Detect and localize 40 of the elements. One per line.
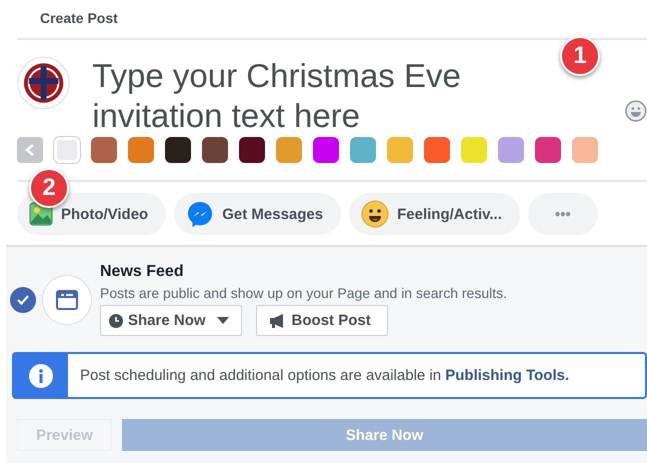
background-swatch[interactable] bbox=[424, 137, 450, 163]
news-feed-title: News Feed bbox=[100, 263, 185, 281]
background-swatch[interactable] bbox=[387, 137, 413, 163]
background-swatch[interactable] bbox=[535, 137, 561, 163]
action-button[interactable]: Get Messages bbox=[174, 193, 342, 235]
church-logo-icon bbox=[17, 56, 70, 110]
chevron-left-icon bbox=[24, 143, 36, 157]
background-swatch[interactable] bbox=[91, 137, 117, 163]
action-button[interactable]: Feeling/Activ... bbox=[349, 193, 520, 235]
back-button[interactable] bbox=[17, 137, 43, 163]
news-feed-badge bbox=[42, 274, 92, 324]
background-swatch[interactable] bbox=[128, 137, 154, 163]
share-now-dropdown[interactable]: Share Now bbox=[100, 305, 242, 336]
background-swatch[interactable] bbox=[276, 137, 302, 163]
checkbox[interactable] bbox=[10, 286, 36, 312]
background-swatch[interactable] bbox=[498, 137, 524, 163]
step-marker: 1 bbox=[560, 36, 600, 76]
step-marker: 2 bbox=[29, 168, 69, 208]
checkmark-icon bbox=[16, 294, 30, 306]
smiley-icon bbox=[361, 200, 390, 228]
caret-icon bbox=[216, 316, 229, 324]
background-swatch[interactable] bbox=[54, 137, 80, 163]
clock-icon bbox=[109, 314, 123, 328]
background-swatch[interactable] bbox=[350, 137, 376, 163]
news-feed-description: Posts are public and show up on your Page and in search results. bbox=[100, 285, 508, 301]
post-text-placeholder[interactable]: Type your Christmas Eve invitation text here bbox=[92, 56, 556, 136]
background-swatch[interactable] bbox=[165, 137, 191, 163]
photo-icon bbox=[29, 202, 53, 226]
background-swatch[interactable] bbox=[313, 137, 339, 163]
background-swatch[interactable] bbox=[239, 137, 265, 163]
emoji-icon[interactable] bbox=[625, 100, 647, 122]
background-swatch[interactable] bbox=[202, 137, 228, 163]
publishing-tools-link[interactable]: Publishing Tools. bbox=[445, 367, 570, 384]
info-icon bbox=[29, 364, 53, 388]
messenger-icon bbox=[186, 200, 214, 228]
create-post-title: Create Post bbox=[17, 0, 647, 40]
background-swatch[interactable] bbox=[461, 137, 487, 163]
notice-text: Post scheduling and additional options are available in Publishing Tools. bbox=[79, 366, 570, 386]
boost-post-button[interactable]: Boost Post bbox=[256, 305, 388, 336]
background-swatch[interactable] bbox=[572, 137, 598, 163]
